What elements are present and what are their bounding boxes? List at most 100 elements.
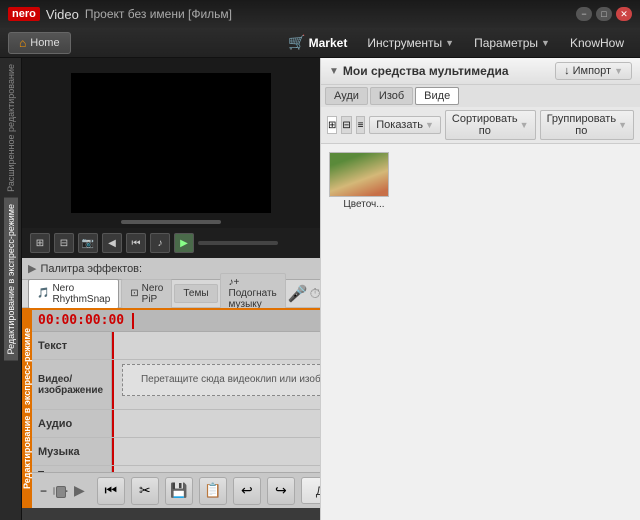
preview-progress-bar[interactable] (121, 220, 221, 224)
track-row-music: Музыка (32, 438, 320, 466)
effects-tab-pip[interactable]: ⊡ Nero PiP (121, 279, 172, 309)
tool-skip-back[interactable]: ⏮ (97, 477, 125, 505)
track-content-audio[interactable] (112, 410, 320, 437)
effects-tabs: 🎵 Nero RhythmSnap ⊡ Nero PiP Темы ♪+ Под… (22, 280, 320, 308)
tab-audio[interactable]: Ауди (325, 87, 368, 105)
show-dropdown[interactable]: Показать ▼ (369, 116, 441, 134)
group-dropdown[interactable]: Группировать по ▼ (540, 110, 634, 140)
media-toolbar: ⊞ ⊟ ≡ Показать ▼ Сортировать по ▼ Группи… (321, 107, 640, 144)
effects-tab-rhythmsnap[interactable]: 🎵 Nero RhythmSnap (28, 279, 119, 309)
window-controls: − □ ✕ (576, 7, 632, 21)
red-marker-music (112, 438, 114, 465)
titlebar: nero Video Проект без имени [Фильм] − □ … (0, 0, 640, 28)
themes-label: Темы (183, 288, 208, 299)
track-label-video: Видео/ изображение (32, 360, 112, 409)
tools-menu-item[interactable]: Инструменты ▼ (359, 32, 462, 54)
timeline-scroll-thumb[interactable] (56, 486, 66, 498)
next-button[interactable]: Далее ➤ (301, 477, 320, 504)
show-label: Показать (376, 119, 423, 131)
track-content-music[interactable] (112, 438, 320, 465)
list-item[interactable]: Цветоч... (329, 152, 399, 210)
tool-redo[interactable]: ↪ (267, 477, 295, 505)
time-marker (132, 313, 134, 329)
tool-save[interactable]: 💾 (165, 477, 193, 505)
timeline-time: 00:00:00:00 (38, 313, 124, 328)
close-button[interactable]: ✕ (616, 7, 632, 21)
playback-progress-bar[interactable] (198, 241, 278, 245)
sidebar-tab-express[interactable]: Редактирование в экспресс-режиме (4, 198, 18, 361)
maximize-button[interactable]: □ (596, 7, 612, 21)
knowhow-menu-item[interactable]: KnowHow (562, 32, 632, 54)
media-content: Цветоч... (321, 144, 640, 520)
snapshot-button[interactable]: 📷 (78, 233, 98, 253)
track-content-text[interactable] (112, 332, 320, 359)
track-label-audio: Аудио (32, 410, 112, 437)
tool-edit[interactable]: 📋 (199, 477, 227, 505)
app-container: nero Video Проект без имени [Фильм] − □ … (0, 0, 640, 520)
view-large-button[interactable]: ⊞ (327, 116, 337, 134)
view-small-button[interactable]: ≡ (356, 116, 365, 134)
window-title: Проект без имени [Фильм] (85, 7, 232, 21)
content-row: Расширенное редактирование Редактировани… (0, 58, 640, 520)
drop-zone-video[interactable]: Перетащите сюда видеоклип или изображени… (122, 364, 320, 396)
market-label: Market (309, 36, 348, 50)
menu-items: 🛒 Market Инструменты ▼ Параметры ▼ KnowH… (280, 30, 632, 55)
prev-frame-button[interactable]: ◀ (102, 233, 122, 253)
track-row-audio: Аудио (32, 410, 320, 438)
sidebar-tab-advanced[interactable]: Расширенное редактирование (4, 58, 18, 198)
sort-label: Сортировать по (452, 113, 518, 137)
sort-dropdown[interactable]: Сортировать по ▼ (445, 110, 536, 140)
volume-button[interactable]: ♪ (150, 233, 170, 253)
track-content-caption[interactable] (112, 466, 320, 472)
home-button[interactable]: ⌂ Home (8, 32, 71, 54)
media-tabs: Ауди Изоб Виде (321, 85, 640, 107)
zoom-out-icon[interactable]: − (40, 484, 47, 498)
track-row-text: Текст (32, 332, 320, 360)
tab-image[interactable]: Изоб (370, 87, 413, 105)
red-marker-caption (112, 466, 114, 472)
track-label-text: Текст (32, 332, 112, 359)
panel-collapse-icon[interactable]: ▼ (329, 66, 339, 77)
scroll-right-icon[interactable]: ▶ (74, 482, 85, 499)
play-button[interactable]: ▶ (174, 233, 194, 253)
red-marker-audio (112, 410, 114, 437)
tool-trim[interactable]: ✂ (131, 477, 159, 505)
view-medium-button[interactable]: ⊟ (341, 116, 351, 134)
import-chevron-icon: ▼ (614, 66, 623, 76)
home-icon: ⌂ (19, 36, 26, 50)
timeline-bottom-bar: − + ▶ ⏮ ✂ 💾 📋 ↩ ↪ Дал (32, 472, 320, 508)
import-label: ↓ Импорт (564, 65, 611, 77)
clock-icon[interactable]: ⏱ (310, 285, 320, 302)
timeline-top-bar: 00:00:00:00 (32, 310, 320, 332)
timeline-scrollbar[interactable] (53, 487, 55, 495)
track-row-video: Видео/ изображение Перетащите сюда видео… (32, 360, 320, 410)
view-options-button[interactable]: ⊞ (30, 233, 50, 253)
track-content-video[interactable]: Перетащите сюда видеоклип или изображени… (112, 360, 320, 409)
timeline-sidebar-label: Редактирование в экспресс-режиме (22, 328, 32, 489)
music-label: ♪+ Подогнать музыку (229, 277, 277, 310)
titlebar-left: nero Video Проект без имени [Фильм] (8, 7, 232, 22)
media-thumb-inner (330, 153, 388, 196)
sort-chevron-icon: ▼ (520, 120, 529, 130)
tool-undo[interactable]: ↩ (233, 477, 261, 505)
split-view-button[interactable]: ⊟ (54, 233, 74, 253)
home-label: Home (30, 37, 59, 49)
preview-controls (121, 220, 221, 224)
group-label: Группировать по (547, 113, 617, 137)
step-back-button[interactable]: ⏮ (126, 233, 146, 253)
tab-video[interactable]: Виде (415, 87, 459, 105)
params-menu-item[interactable]: Параметры ▼ (466, 32, 558, 54)
red-marker-text (112, 332, 114, 359)
show-chevron-icon: ▼ (425, 120, 434, 130)
minimize-button[interactable]: − (576, 7, 592, 21)
import-button[interactable]: ↓ Импорт ▼ (555, 62, 632, 80)
media-thumbnail (329, 152, 389, 197)
params-label: Параметры (474, 36, 538, 50)
media-panel-title: ▼ Мои средства мультимедиа (329, 64, 509, 78)
effects-tab-themes[interactable]: Темы (174, 284, 217, 303)
tracks-area: Текст Видео/ изображение Перетащите сюда… (32, 332, 320, 472)
market-menu-item[interactable]: 🛒 Market (280, 30, 355, 55)
preview-bottom-bar: ⊞ ⊟ 📷 ◀ ⏮ ♪ ▶ (22, 228, 320, 258)
mic-icon[interactable]: 🎤 (288, 284, 308, 304)
media-panel-title-text: Мои средства мультимедиа (343, 64, 509, 78)
